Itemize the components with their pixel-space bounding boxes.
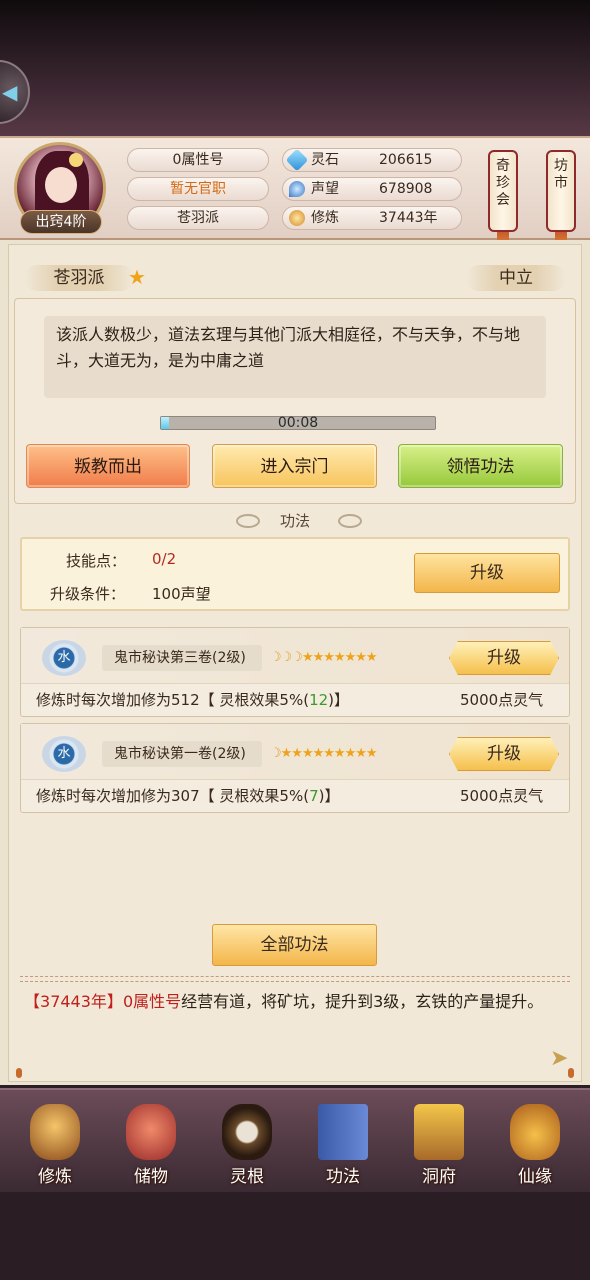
stat-value: 206615 <box>379 152 433 168</box>
nav-label: 仙缘 <box>518 1167 552 1187</box>
spirit-root-icon <box>222 1104 272 1160</box>
effect-bonus: 7 <box>309 787 319 805</box>
spirit-stone-icon <box>285 148 309 172</box>
official-post: 暂无官职 <box>127 177 269 201</box>
nav-gongfa[interactable]: 功法 <box>300 1090 386 1190</box>
divider <box>20 976 570 982</box>
skill-name: 鬼市秘诀第一卷(2级) <box>102 741 262 767</box>
stat-label: 灵石 <box>311 152 339 168</box>
pin-decoration <box>568 1068 574 1078</box>
nav-cave[interactable]: 洞府 <box>396 1090 482 1190</box>
effect-text-end: )】 <box>328 691 350 709</box>
effect-text-end: )】 <box>318 787 340 805</box>
gourd-icon <box>510 1104 560 1160</box>
log-bracket: 【 <box>24 992 41 1011</box>
qizhen-button[interactable]: 奇珍会 <box>488 150 518 232</box>
top-banner <box>0 0 590 140</box>
progress-timer: 00:08 <box>277 415 319 431</box>
star-icons: ★★★★★★★★★ <box>280 746 378 761</box>
upgrade-skill-points-button[interactable]: 升级 <box>414 553 560 593</box>
stat-value: 678908 <box>379 181 433 197</box>
bottom-band <box>0 1192 590 1280</box>
upgrade-condition-label: 升级条件： <box>50 585 126 603</box>
skill-name: 鬼市秘诀第三卷(2级) <box>102 645 262 671</box>
event-log: 【37443年】0属性号经营有道，将矿坑，提升到3级，玄铁的产量提升。 <box>24 988 572 1016</box>
nav-cultivate[interactable]: 修炼 <box>12 1090 98 1190</box>
sect-title: 苍羽派 <box>24 265 134 291</box>
skill-rating: ☽☽☽★★★★★★★ <box>270 645 378 671</box>
learn-gongfa-button[interactable]: 领悟功法 <box>398 444 563 488</box>
skill-points-value: 0/2 <box>152 550 177 568</box>
upgrade-condition-value: 100声望 <box>152 585 211 603</box>
sect-description: 该派人数极少，道法玄理与其他门派大相庭径，不与天争，不与地斗，大道无为，是为中庸… <box>44 316 546 398</box>
cultivation-icon <box>289 210 305 226</box>
storage-bag-icon <box>126 1104 176 1160</box>
next-arrow-icon[interactable]: ➤ <box>550 1046 568 1071</box>
stat-spirit-stone: 灵石 206615 <box>282 148 462 172</box>
avatar-face <box>45 167 77 203</box>
nav-storage[interactable]: 储物 <box>108 1090 194 1190</box>
effect-text: 修炼时每次增加修为307【 灵根效果5%( <box>36 787 310 805</box>
effect-bonus: 12 <box>309 691 329 709</box>
stat-value: 37443年 <box>379 210 438 226</box>
skill-effect: 修炼时每次增加修为307【 灵根效果5%(7)】 <box>36 785 339 807</box>
stat-cultivation: 修炼 37443年 <box>282 206 462 230</box>
rank-badge: 出窍4阶 <box>20 210 102 234</box>
skill-upgrade-button[interactable]: 升级 <box>449 737 559 771</box>
stat-reputation: 声望 678908 <box>282 177 462 201</box>
stat-label: 修炼 <box>311 210 339 226</box>
cloud-swirl-icon <box>338 514 362 528</box>
reputation-icon <box>289 181 305 197</box>
pin-decoration <box>16 1068 22 1078</box>
stat-label: 声望 <box>311 181 339 197</box>
all-gongfa-button[interactable]: 全部功法 <box>212 924 377 966</box>
avatar-flower-icon <box>69 153 83 167</box>
leave-sect-button[interactable]: 叛教而出 <box>26 444 190 488</box>
effect-text: 修炼时每次增加修为512【 灵根效果5%( <box>36 691 310 709</box>
star-icons: ★★★★★★★ <box>301 650 378 665</box>
book-icon <box>318 1104 368 1160</box>
moon-icons: ☽☽☽ <box>270 650 303 665</box>
fangshi-button[interactable]: 坊市 <box>546 150 576 232</box>
skill-cost: 5000点灵气 <box>460 787 544 805</box>
cultivate-icon <box>30 1104 80 1160</box>
back-arrow-icon: ◀ <box>2 80 18 104</box>
log-player-name: 0属性号 <box>122 992 182 1011</box>
nav-label: 储物 <box>134 1167 168 1187</box>
log-text: 经营有道，将矿坑，提升到3级，玄铁的产量提升。 <box>181 992 544 1011</box>
log-year: 37443年 <box>40 992 107 1011</box>
star-icon: ★ <box>128 265 146 289</box>
pavilion-icon <box>414 1104 464 1160</box>
skill-upgrade-button[interactable]: 升级 <box>449 641 559 675</box>
water-element-icon: 水 <box>42 640 86 676</box>
water-element-icon: 水 <box>42 736 86 772</box>
enter-sect-button[interactable]: 进入宗门 <box>212 444 377 488</box>
gongfa-section-title: 功法 <box>279 512 310 530</box>
nav-label: 灵根 <box>230 1167 264 1187</box>
sect-name-pill: 苍羽派 <box>127 206 269 230</box>
nav-fate[interactable]: 仙缘 <box>492 1090 578 1190</box>
nav-label: 洞府 <box>422 1167 456 1187</box>
moon-icons: ☽ <box>270 746 282 761</box>
nav-spirit-root[interactable]: 灵根 <box>204 1090 290 1190</box>
sect-stance: 中立 <box>466 265 566 291</box>
skill-points-label: 技能点： <box>66 552 127 570</box>
attribute-title: 0属性号 <box>127 148 269 172</box>
skill-cost: 5000点灵气 <box>460 691 544 709</box>
skill-effect: 修炼时每次增加修为512【 灵根效果5%(12)】 <box>36 689 349 711</box>
nav-label: 修炼 <box>38 1167 72 1187</box>
nav-label: 功法 <box>326 1167 360 1187</box>
log-bracket: 】 <box>106 992 123 1011</box>
skill-rating: ☽★★★★★★★★★ <box>270 741 378 767</box>
